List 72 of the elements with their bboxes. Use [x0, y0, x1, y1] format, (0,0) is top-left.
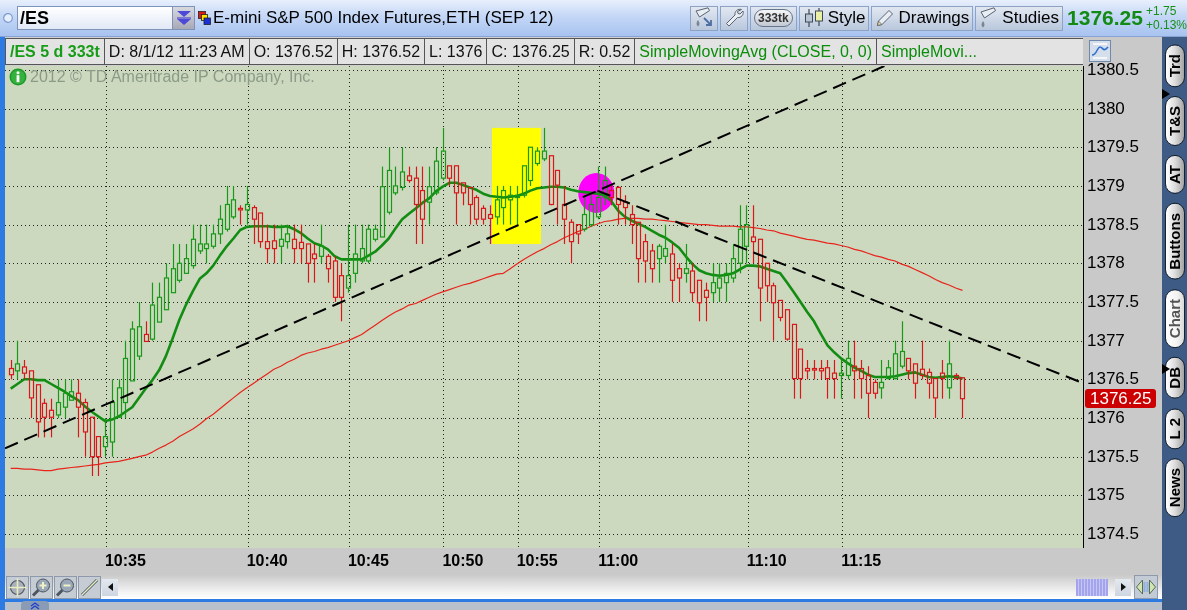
- time-label: 10:55: [516, 552, 558, 570]
- double-chevron-down-icon: [176, 10, 191, 26]
- time-label: 11:00: [598, 552, 639, 570]
- price-label: 1379.5: [1087, 138, 1139, 157]
- quote-label: R: 0.52: [573, 38, 636, 65]
- price-label: 1380: [1087, 99, 1125, 118]
- circle-marker: [578, 172, 615, 213]
- time-label: 10:35: [104, 552, 146, 570]
- time-label: 10:40: [246, 552, 288, 570]
- side-tab[interactable]: Buttons: [1164, 203, 1185, 280]
- quote-label: C: 1376.25: [486, 38, 575, 65]
- last-price: 1376.25: [1067, 6, 1143, 30]
- flask-arrow-icon: [693, 7, 714, 29]
- time-label: 11:10: [746, 552, 787, 570]
- toolbar-button[interactable]: [689, 5, 718, 31]
- side-tab[interactable]: Trd: [1164, 44, 1185, 88]
- quote-label: D: 8/1/12 11:23 AM: [103, 38, 250, 65]
- pencil-icon: [875, 8, 896, 28]
- quote-label: L: 1376: [424, 38, 488, 65]
- instrument-title: E-mini S&P 500 Index Futures,ETH (SEP 12): [213, 8, 554, 28]
- ring-icon: [3, 13, 13, 23]
- quote-label: O: 1376.52: [248, 38, 338, 65]
- time-label: 11:15: [841, 552, 882, 570]
- info-icon[interactable]: [9, 68, 27, 86]
- wrench-icon: [723, 7, 744, 29]
- last-price-badge: 1376.25: [1085, 389, 1157, 409]
- time-label: 10:45: [347, 552, 389, 570]
- crosshair-icon[interactable]: [6, 575, 29, 599]
- price-label: 1375: [1087, 486, 1125, 505]
- time-label: 10:50: [442, 552, 484, 570]
- side-tab[interactable]: Chart: [1164, 288, 1185, 349]
- triangle-right-icon: [1120, 583, 1126, 591]
- price-label: 1377: [1087, 331, 1125, 350]
- side-tab[interactable]: DB: [1164, 357, 1185, 399]
- scroll-right-button[interactable]: [1115, 578, 1131, 596]
- study-label: SimpleMovi...: [876, 38, 1084, 65]
- toolbar-button[interactable]: Drawings: [871, 5, 974, 31]
- dropdown-button[interactable]: [172, 6, 195, 30]
- price-label: 1376.5: [1087, 370, 1139, 389]
- side-tab[interactable]: L 2: [1164, 407, 1185, 450]
- price-label: 1380.5: [1087, 60, 1139, 79]
- symbol-field[interactable]: /ES: [17, 6, 172, 30]
- study-label: SimpleMovingAvg (CLOSE, 0, 0): [634, 38, 878, 65]
- double-chevron-up-icon[interactable]: [21, 601, 49, 610]
- toolbar-button[interactable]: 333tk: [749, 5, 797, 31]
- zoom-in-icon[interactable]: [30, 575, 53, 599]
- copyright-text: 2012 © TD Ameritrade IP Company, Inc.: [30, 68, 315, 86]
- scrollbar-thumb[interactable]: [1076, 578, 1108, 596]
- price-label: 1375.5: [1087, 447, 1139, 466]
- price-label: 1378.5: [1087, 215, 1139, 234]
- price-label: 1377.5: [1087, 292, 1139, 311]
- resize-arrows-icon[interactable]: [1134, 575, 1158, 599]
- percent-change: +0.13%: [1145, 18, 1187, 32]
- candlestick-icon: [802, 8, 825, 28]
- triangle-left-icon: [107, 583, 113, 591]
- price-label: 1379: [1087, 176, 1125, 195]
- side-tab[interactable]: AT: [1164, 155, 1185, 195]
- wave-icon[interactable]: [1089, 40, 1111, 62]
- price-label: 1378: [1087, 254, 1125, 273]
- toolbar-button[interactable]: Style: [798, 5, 870, 31]
- price-label: 1376: [1087, 409, 1125, 427]
- toolbar-button[interactable]: [719, 5, 748, 31]
- price-label: 1374.5: [1087, 525, 1139, 544]
- price-change: +1.75: [1145, 4, 1178, 18]
- colored-squares-icon: [198, 11, 211, 25]
- symbol-label: /ES 5 d 333t: [5, 38, 105, 65]
- zoom-out-icon[interactable]: [54, 575, 77, 599]
- toolbar-button[interactable]: Studies: [975, 5, 1064, 31]
- side-tab[interactable]: News: [1164, 458, 1185, 518]
- quote-label: H: 1376.52: [336, 38, 426, 65]
- scroll-left-button[interactable]: [102, 578, 118, 596]
- side-tab[interactable]: T&S: [1164, 96, 1185, 147]
